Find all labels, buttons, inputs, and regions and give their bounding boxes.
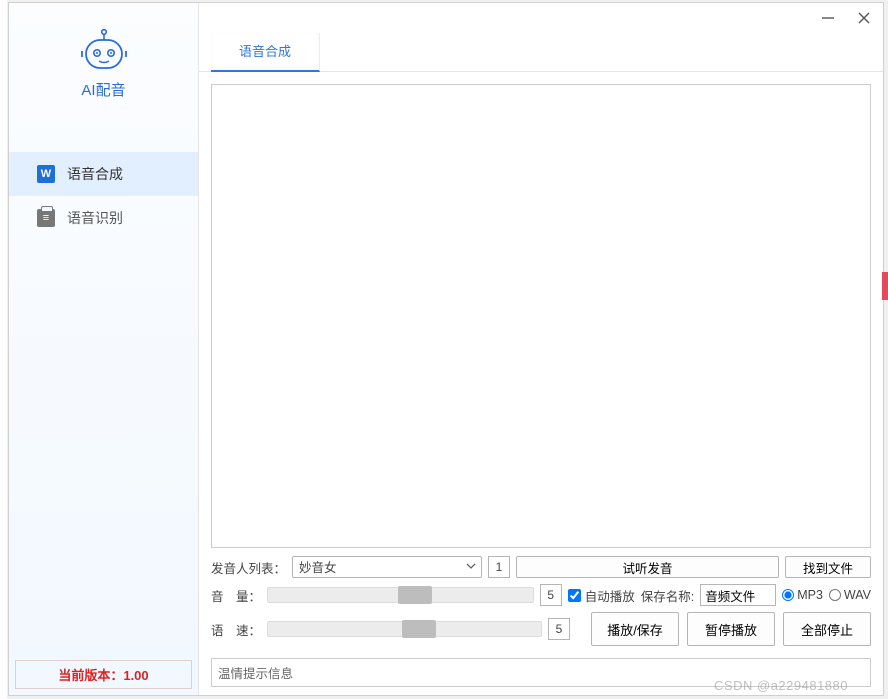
speed-slider-wrap	[267, 621, 542, 637]
status-bar: 温情提示信息	[211, 658, 871, 687]
app-title: AI配音	[9, 79, 198, 100]
volume-slider-wrap	[267, 587, 534, 603]
left-gutter	[0, 0, 8, 699]
preview-voice-button[interactable]: 试听发音	[516, 556, 779, 578]
clipboard-icon	[37, 209, 55, 227]
format-wav-radio[interactable]: WAV	[829, 588, 871, 602]
voice-list-label: 发音人列表：	[211, 558, 286, 577]
edge-tab	[882, 272, 888, 300]
voice-count-box: 1	[488, 556, 510, 578]
minimize-button[interactable]	[819, 9, 837, 27]
close-icon	[857, 11, 871, 25]
speed-slider[interactable]	[267, 621, 542, 637]
row-voice: 发音人列表： 妙音女 1 试听发音 找到文件	[211, 556, 871, 578]
main-area: 语音合成 发音人列表： 妙音女 1 试听发音 找到文件 音	[199, 3, 883, 695]
content: 发音人列表： 妙音女 1 试听发音 找到文件 音 量：	[199, 72, 883, 658]
volume-label: 音 量：	[211, 586, 261, 605]
action-buttons: 播放/保存 暂停播放 全部停止	[591, 612, 871, 646]
tab-row: 语音合成	[199, 33, 883, 72]
format-mp3-input[interactable]	[782, 589, 794, 601]
sidebar-item-label: 语音识别	[67, 208, 123, 228]
sidebar: AI配音 语音合成 语音识别 当前版本：1.00	[9, 3, 199, 695]
format-wav-input[interactable]	[829, 589, 841, 601]
autoplay-input[interactable]	[568, 589, 581, 602]
format-wav-label: WAV	[844, 588, 871, 602]
speed-value: 5	[548, 618, 570, 640]
volume-value: 5	[540, 584, 562, 606]
row-volume: 音 量： 5 自动播放 保存名称: MP3	[211, 584, 871, 606]
controls-panel: 发音人列表： 妙音女 1 试听发音 找到文件 音 量：	[211, 548, 871, 652]
pause-button[interactable]: 暂停播放	[687, 612, 775, 646]
titlebar	[199, 3, 883, 33]
text-input-area[interactable]	[211, 84, 871, 548]
row-speed: 语 速： 5 播放/保存 暂停播放 全部停止	[211, 612, 871, 646]
find-file-button[interactable]: 找到文件	[785, 556, 871, 578]
save-name-input[interactable]	[700, 584, 776, 606]
nav: 语音合成 语音识别	[9, 114, 198, 240]
volume-slider[interactable]	[267, 587, 534, 603]
sidebar-item-label: 语音合成	[67, 164, 123, 184]
speed-label: 语 速：	[211, 620, 261, 639]
volume-thumb[interactable]	[398, 586, 432, 604]
autoplay-checkbox[interactable]: 自动播放	[568, 586, 635, 605]
robot-icon	[78, 27, 130, 71]
autoplay-label: 自动播放	[585, 586, 635, 605]
play-save-button[interactable]: 播放/保存	[591, 612, 679, 646]
sidebar-item-asr[interactable]: 语音识别	[9, 196, 198, 240]
app-window: AI配音 语音合成 语音识别 当前版本：1.00 语音合成	[8, 2, 884, 696]
sidebar-item-tts[interactable]: 语音合成	[9, 152, 198, 196]
word-icon	[37, 165, 55, 183]
close-button[interactable]	[855, 9, 873, 27]
format-mp3-label: MP3	[797, 588, 823, 602]
speed-thumb[interactable]	[402, 620, 436, 638]
version-label: 当前版本：1.00	[15, 660, 192, 689]
minimize-icon	[821, 11, 835, 25]
stop-all-button[interactable]: 全部停止	[783, 612, 871, 646]
voice-select-value: 妙音女	[292, 556, 482, 578]
save-name-label: 保存名称:	[641, 586, 694, 605]
format-mp3-radio[interactable]: MP3	[782, 588, 823, 602]
logo-area: AI配音	[9, 3, 198, 114]
tab-tts[interactable]: 语音合成	[211, 33, 320, 72]
voice-select[interactable]: 妙音女	[292, 556, 482, 578]
